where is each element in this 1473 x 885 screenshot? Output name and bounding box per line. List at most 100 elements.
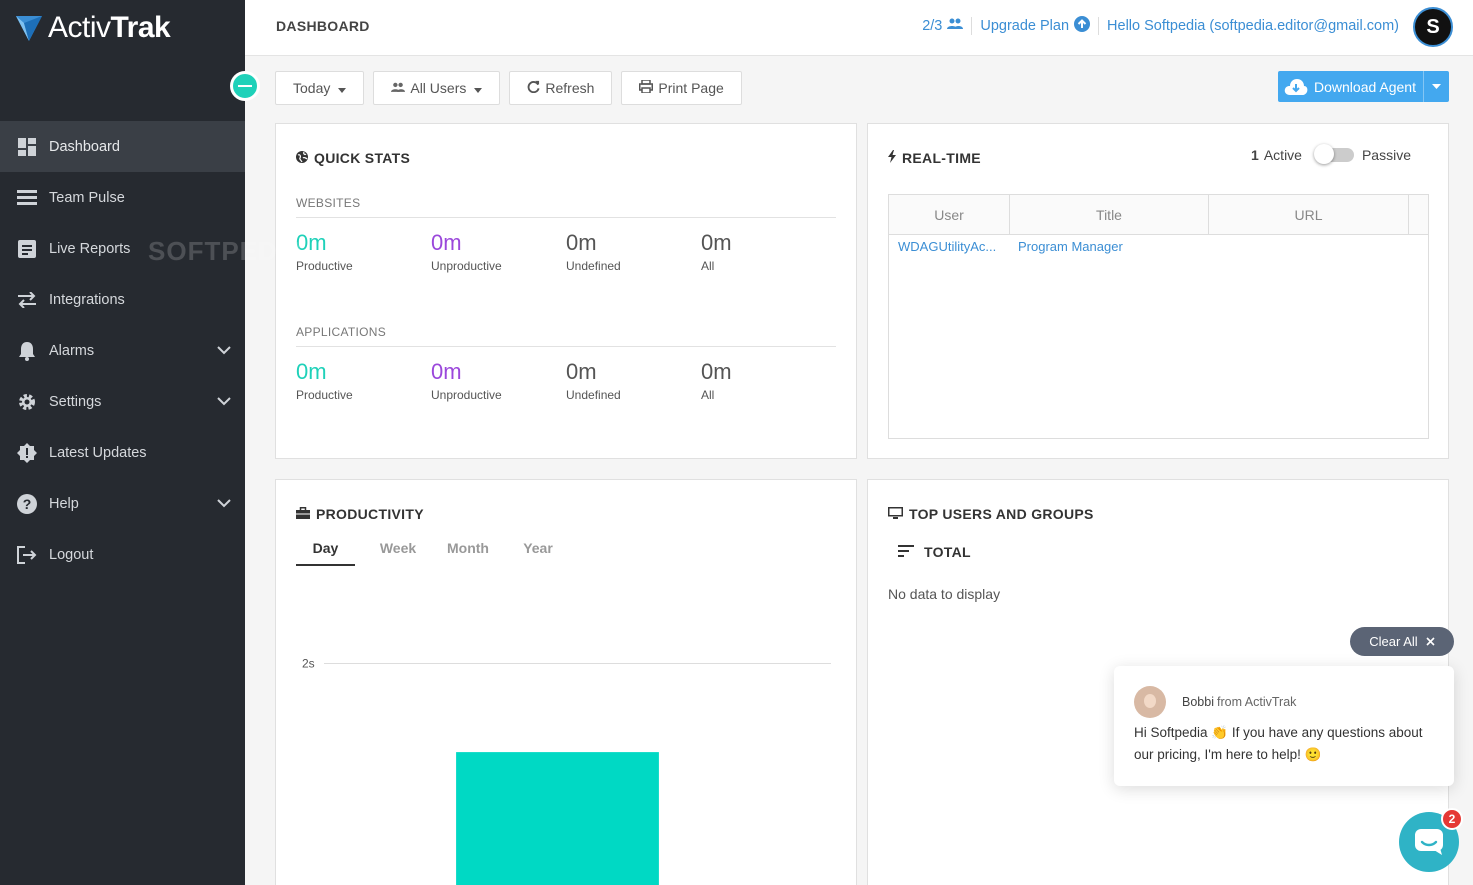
sidebar-collapse-button[interactable] [230, 71, 260, 101]
websites-unproductive[interactable]: 0m Unproductive [431, 230, 566, 273]
productivity-tabs: Day Week Month Year [296, 540, 573, 566]
print-page-button[interactable]: Print Page [621, 71, 742, 105]
sidebar-item-latest-updates[interactable]: Latest Updates [0, 427, 245, 478]
download-agent-label: Download Agent [1314, 78, 1416, 95]
sidebar-item-alarms[interactable]: Alarms [0, 325, 245, 376]
help-icon: ? [16, 493, 38, 515]
realtime-title: REAL-TIME [888, 150, 981, 166]
clear-all-label: Clear All [1369, 634, 1418, 649]
dashboard-toolbar: Today All Users Refresh Print Page [275, 71, 742, 105]
sidebar-item-dashboard[interactable]: Dashboard [0, 121, 245, 172]
sidebar-item-help[interactable]: ? Help [0, 478, 245, 529]
active-count: 1 [1251, 147, 1259, 163]
top-bar: DASHBOARD 2/3 Upgrade Plan Hello Softped… [245, 0, 1473, 56]
sidebar-item-label: Live Reports [49, 240, 131, 257]
unread-count-badge: 2 [1441, 808, 1463, 830]
download-agent-button[interactable]: Download Agent [1278, 71, 1449, 102]
print-label: Print Page [658, 80, 724, 96]
productivity-panel: PRODUCTIVITY Day Week Month Year 2s [275, 479, 857, 885]
date-range-dropdown[interactable]: Today [275, 71, 365, 105]
toggle-switch[interactable] [1313, 144, 1354, 164]
close-icon [1426, 634, 1435, 649]
applications-undefined[interactable]: 0m Undefined [566, 359, 701, 402]
tab-year[interactable]: Year [503, 540, 573, 566]
refresh-label: Refresh [545, 80, 595, 96]
websites-all[interactable]: 0m All [701, 230, 836, 273]
productivity-bar[interactable] [456, 752, 659, 885]
minus-icon [238, 85, 252, 87]
bolt-icon [888, 150, 896, 166]
app-logo[interactable]: ActivTrak [14, 10, 171, 46]
row-user-link[interactable]: WDAGUtilityAc... [889, 239, 1009, 254]
empty-state-text: No data to display [888, 586, 1001, 602]
users-filter-dropdown[interactable]: All Users [373, 71, 501, 105]
applications-unproductive[interactable]: 0m Unproductive [431, 359, 566, 402]
refresh-icon [527, 80, 540, 96]
page-title: DASHBOARD [276, 18, 370, 34]
upgrade-plan-link[interactable]: Upgrade Plan [980, 18, 1069, 34]
top-users-title: TOP USERS AND GROUPS [888, 506, 1094, 522]
sort-lines-icon [898, 544, 914, 560]
chevron-down-icon[interactable] [217, 343, 231, 359]
svg-text:?: ? [23, 496, 32, 512]
agent-org: from ActivTrak [1216, 695, 1297, 709]
user-greeting[interactable]: Hello Softpedia (softpedia.editor@gmail.… [1107, 18, 1399, 34]
websites-undefined[interactable]: 0m Undefined [566, 230, 701, 273]
briefcase-icon [296, 506, 310, 522]
clear-all-button[interactable]: Clear All [1350, 627, 1454, 656]
quick-stats-panel: QUICK STATS WEBSITES 0m Productive 0m Unpr… [275, 123, 857, 459]
download-options-toggle[interactable] [1423, 71, 1449, 102]
sidebar-item-integrations[interactable]: Integrations [0, 274, 245, 325]
watermark: SOFTPEDIA [148, 236, 306, 266]
sidebar-item-settings[interactable]: Settings [0, 376, 245, 427]
divider [1098, 17, 1100, 35]
date-range-label: Today [293, 80, 331, 96]
applications-label: APPLICATIONS [296, 325, 836, 347]
sidebar-item-label: Latest Updates [49, 444, 147, 461]
download-agent-main[interactable]: Download Agent [1278, 78, 1423, 96]
sidebar-item-label: Alarms [49, 342, 95, 359]
column-header-user[interactable]: User [889, 195, 1010, 234]
chevron-down-icon[interactable] [217, 496, 231, 512]
logo-text: ActivTrak [48, 11, 171, 44]
active-passive-toggle[interactable]: 1 Active Passive [1251, 144, 1411, 164]
column-header-title[interactable]: Title [1010, 195, 1209, 234]
productivity-title: PRODUCTIVITY [296, 506, 424, 522]
chevron-down-icon[interactable] [217, 394, 231, 410]
arrow-up-circle-icon [1074, 16, 1091, 36]
column-header-url[interactable]: URL [1209, 195, 1409, 234]
applications-productive[interactable]: 0m Productive [296, 359, 431, 402]
tab-day[interactable]: Day [296, 540, 355, 566]
applications-all[interactable]: 0m All [701, 359, 836, 402]
sidebar: ActivTrak Dashboard Team Pulse Live Repo… [0, 0, 245, 885]
sidebar-item-label: Logout [49, 546, 94, 563]
bell-icon [16, 340, 38, 362]
row-title-link[interactable]: Program Manager [1009, 239, 1208, 254]
active-label: Active [1263, 147, 1302, 163]
avatar[interactable]: S [1413, 7, 1453, 47]
dashboard-icon [16, 136, 38, 158]
sidebar-item-label: Dashboard [49, 138, 120, 155]
sidebar-item-label: Help [49, 495, 79, 512]
passive-label: Passive [1361, 147, 1411, 163]
tab-week[interactable]: Week [363, 540, 433, 566]
gear-icon [16, 391, 38, 413]
integrations-icon [16, 289, 38, 311]
productivity-chart: 2s [302, 657, 831, 885]
caret-down-icon [474, 80, 483, 96]
cloud-download-icon [1284, 78, 1308, 95]
refresh-button[interactable]: Refresh [509, 71, 613, 105]
realtime-table: User Title URL WDAGUtilityAc... Program … [888, 194, 1429, 439]
users-icon [947, 18, 964, 34]
agent-avatar [1134, 686, 1166, 718]
user-count[interactable]: 2/3 [922, 18, 942, 34]
chat-message-card[interactable]: Bobbi from ActivTrak Hi Softpedia 👏 If y… [1114, 666, 1454, 786]
total-sort-button[interactable]: TOTAL [898, 544, 971, 560]
divider [971, 17, 973, 35]
sidebar-item-team-pulse[interactable]: Team Pulse [0, 172, 245, 223]
websites-productive[interactable]: 0m Productive [296, 230, 431, 273]
tab-month[interactable]: Month [433, 540, 503, 566]
printer-icon [639, 79, 654, 96]
updates-badge-icon [16, 442, 38, 464]
sidebar-item-logout[interactable]: Logout [0, 529, 245, 580]
